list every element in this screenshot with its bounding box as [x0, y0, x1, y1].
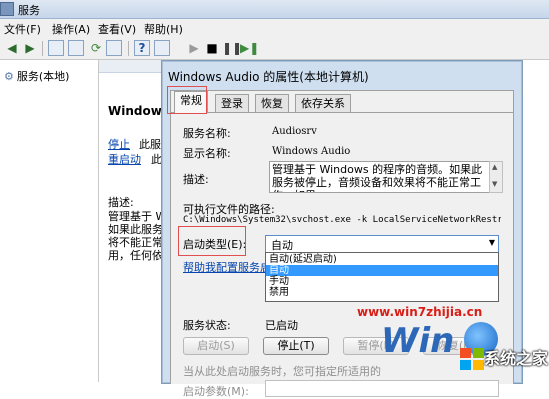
back-arrow-icon[interactable]: ◀	[4, 40, 20, 56]
restart-service-link[interactable]: 重启动	[108, 151, 141, 167]
description-label: 描述:	[183, 173, 209, 186]
toolbar-separator	[42, 41, 43, 56]
menu-bar: 文件(F) 操作(A) 查看(V) 帮助(H)	[0, 19, 549, 37]
service-name-value: Audiosrv	[272, 126, 317, 137]
watermark-brand: 系统之家	[484, 349, 549, 368]
console-tree: ⚙ 服务(本地)	[0, 60, 99, 382]
forward-arrow-icon[interactable]: ▶	[22, 40, 38, 56]
startup-type-current: 自动	[271, 239, 293, 252]
description-line: 将不能正常	[108, 236, 163, 249]
tree-item-label: 服务(本地)	[16, 70, 70, 83]
services-app-icon	[0, 2, 14, 16]
stop-service-link[interactable]: 停止	[108, 136, 130, 152]
stop-service-icon[interactable]: ■	[204, 40, 220, 56]
stop-button[interactable]: 停止(T)	[263, 337, 329, 355]
refresh-icon[interactable]: ⟳	[88, 40, 104, 56]
display-name-value: Windows Audio	[272, 146, 351, 157]
menu-file[interactable]: 文件(F)	[4, 21, 41, 37]
startup-type-dropdown: 自动(延迟启动) 自动 手动 禁用	[265, 252, 499, 302]
service-name-label: 服务名称:	[183, 127, 231, 140]
gear-icon: ⚙	[4, 70, 14, 83]
start-service-icon[interactable]: ▶	[186, 40, 202, 56]
windows-flag-icon	[460, 348, 484, 370]
path-value: C:\Windows\System32\svchost.exe -k Local…	[183, 215, 501, 225]
service-status-value: 已启动	[265, 319, 298, 332]
tab-logon[interactable]: 登录	[215, 94, 249, 112]
menu-view[interactable]: 查看(V)	[98, 21, 136, 37]
startup-option-automatic[interactable]: 自动	[266, 265, 498, 276]
toolbar: ◀ ▶ ⟳ ? ▶ ■ ❚❚ ▶❚	[0, 37, 549, 60]
window-titlebar: 服务	[0, 0, 549, 19]
tab-dependencies[interactable]: 依存关系	[295, 94, 351, 112]
menu-action[interactable]: 操作(A)	[52, 21, 90, 37]
description-field[interactable]: 管理基于 Windows 的程序的音频。如果此服务被停止，音频设备和效果将不能正…	[269, 161, 490, 193]
tree-item-services-local[interactable]: ⚙ 服务(本地)	[4, 68, 69, 84]
pause-service-icon[interactable]: ❚❚	[222, 40, 242, 56]
description-heading: 描述:	[108, 196, 134, 209]
show-tree-icon[interactable]	[48, 40, 64, 56]
description-line: 如果此服务	[108, 223, 163, 236]
details-header	[99, 60, 169, 73]
properties-icon[interactable]	[68, 40, 84, 56]
highlight-general-tab	[167, 86, 207, 114]
display-name-label: 显示名称:	[183, 147, 231, 160]
chevron-down-icon[interactable]: ▼	[489, 238, 495, 247]
help-icon[interactable]: ?	[134, 40, 150, 56]
tab-recovery[interactable]: 恢复	[255, 94, 289, 112]
help-panel-icon[interactable]	[154, 40, 170, 56]
startup-type-select[interactable]: 自动 ▼	[265, 235, 499, 253]
selected-service-name: Windows	[108, 104, 169, 118]
description-scrollbar[interactable]: ▲ ▼	[489, 161, 503, 193]
startup-option-delayed[interactable]: 自动(延迟启动)	[266, 254, 498, 265]
restart-service-icon[interactable]: ▶❚	[240, 40, 259, 56]
window-title: 服务	[18, 4, 40, 17]
description-line: 用，任何依	[108, 249, 163, 262]
watermark-logo: Win	[381, 321, 455, 361]
tab-strip: 常规 登录 恢复 依存关系	[171, 91, 513, 113]
scroll-down-icon[interactable]: ▼	[492, 180, 497, 188]
start-params-label: 启动参数(M):	[183, 385, 249, 398]
service-status-label: 服务状态:	[183, 319, 231, 332]
export-list-icon[interactable]	[106, 40, 122, 56]
toolbar-separator	[128, 41, 129, 56]
menu-help[interactable]: 帮助(H)	[144, 21, 183, 37]
scroll-up-icon[interactable]: ▲	[492, 163, 497, 171]
highlight-startup-label	[178, 226, 246, 256]
startup-option-manual[interactable]: 手动	[266, 276, 498, 287]
watermark-url: www.win7zhijia.cn	[357, 305, 483, 319]
start-params-hint: 当从此处启动服务时，您可指定所适用的	[183, 365, 381, 378]
description-line: 管理基于 W	[108, 210, 167, 223]
dialog-title: Windows Audio 的属性(本地计算机)	[168, 70, 369, 84]
start-button[interactable]: 启动(S)	[183, 337, 249, 355]
start-params-input[interactable]	[265, 380, 499, 397]
startup-option-disabled[interactable]: 禁用	[266, 287, 498, 298]
